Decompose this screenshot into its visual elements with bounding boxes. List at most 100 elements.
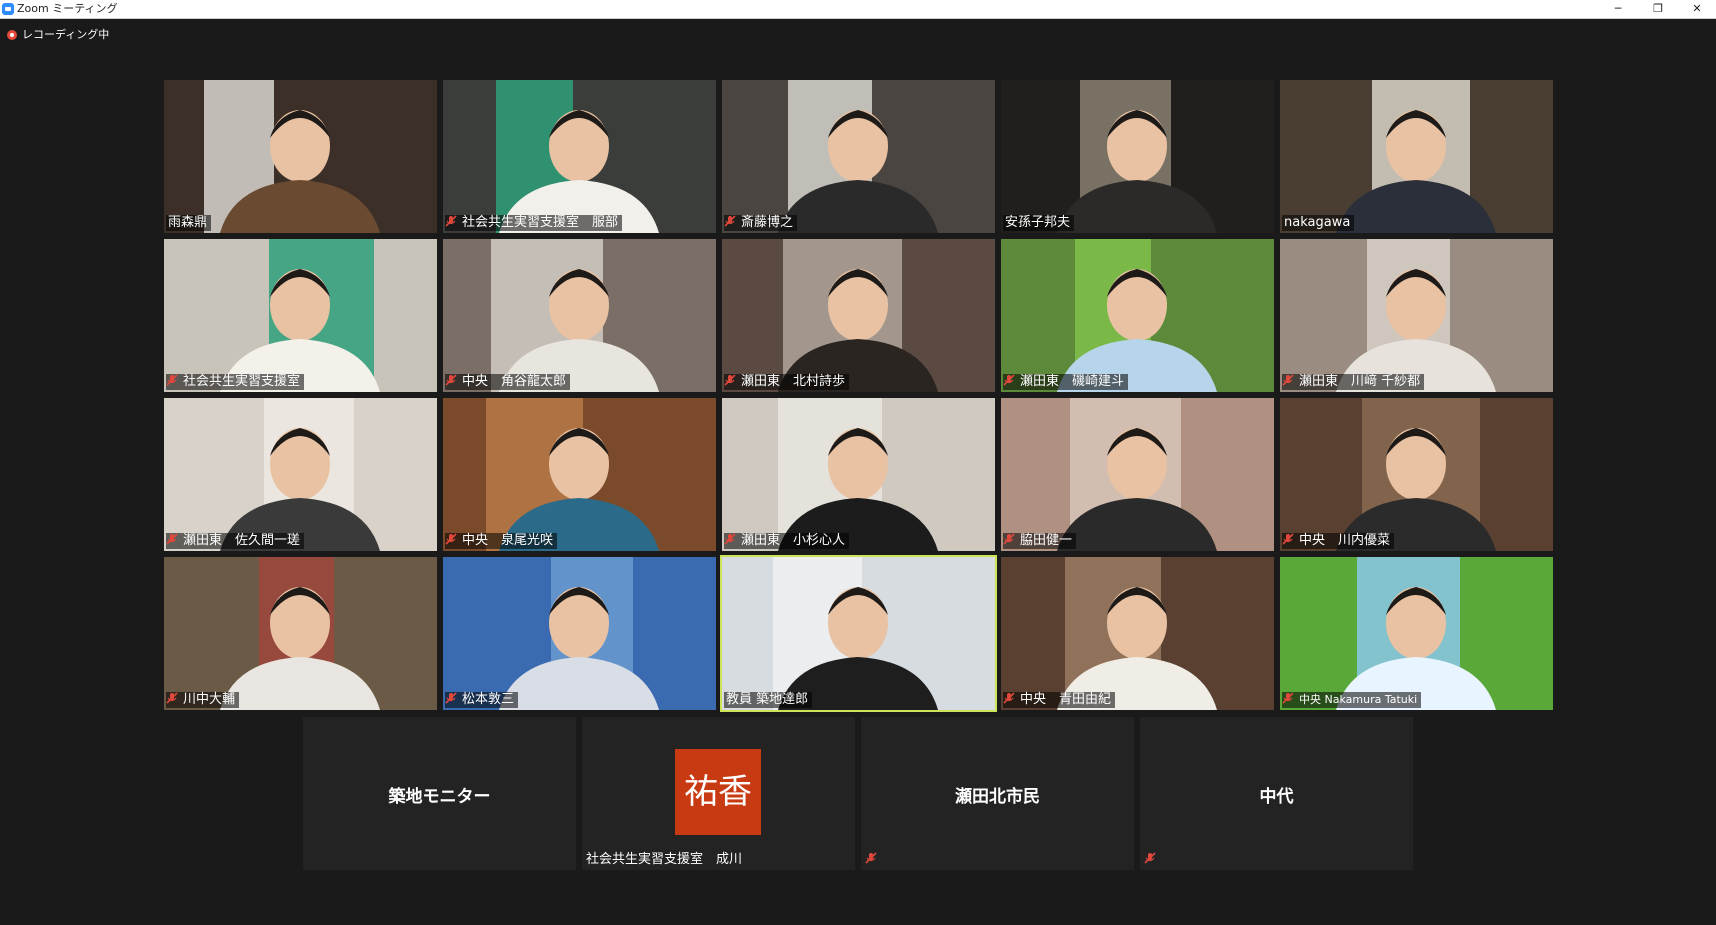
participant-video-tile[interactable]: 安孫子邦夫 — [1001, 80, 1274, 233]
participant-video-tile[interactable]: 教員 築地達郎 — [720, 555, 997, 712]
participant-video-tile[interactable]: 中央 角谷龍太郎 — [443, 239, 716, 392]
participant-name: 安孫子邦夫 — [1005, 215, 1071, 230]
video-feed — [1001, 398, 1274, 551]
participant-name: 川中大輔 — [183, 692, 236, 707]
participant-video-tile[interactable]: 瀬田東 川﨑 千紗都 — [1280, 239, 1553, 392]
muted-mic-icon — [445, 533, 459, 545]
participant-name-tag: 中央 青田由紀 — [1003, 692, 1116, 708]
participant-video-tile[interactable]: 松本敦三 — [443, 557, 716, 710]
participant-name-tag: 川中大輔 — [166, 692, 240, 708]
video-off-tile[interactable]: 祐香 社会共生実習支援室 成川 — [582, 717, 855, 870]
video-feed — [1001, 239, 1274, 392]
participant-video-tile[interactable]: 瀬田東 佐久間一瑳 — [164, 398, 437, 551]
video-feed — [164, 398, 437, 551]
participant-name-tag: 瀬田東 川﨑 千紗都 — [1282, 374, 1425, 390]
minimize-button[interactable]: ─ — [1598, 0, 1638, 18]
muted-mic-icon — [724, 533, 738, 545]
video-off-tile[interactable]: 瀬田北市民 — [861, 717, 1134, 870]
participant-name: 中央 川内優菜 — [1299, 533, 1391, 548]
participant-name: 社会共生実習支援室 成川 — [586, 852, 743, 867]
video-feed — [164, 80, 437, 233]
muted-mic-icon — [1282, 533, 1296, 545]
participant-name: 雨森鼎 — [168, 215, 208, 230]
participant-name: 瀬田東 佐久間一瑳 — [183, 533, 301, 548]
video-feed — [164, 557, 437, 710]
participant-display-name: 中代 — [1259, 787, 1294, 807]
video-feed — [722, 557, 995, 710]
close-button[interactable]: ✕ — [1677, 0, 1716, 18]
participant-video-tile[interactable]: 社会共生実習支援室 — [164, 239, 437, 392]
participant-name-tag — [865, 852, 880, 868]
muted-mic-icon — [1003, 533, 1017, 545]
video-feed — [722, 80, 995, 233]
participant-name: 中央 泉尾光咲 — [462, 533, 554, 548]
video-feed — [1280, 239, 1553, 392]
participant-name: 松本敦三 — [462, 692, 515, 707]
participant-name-tag: 瀬田東 小杉心人 — [724, 533, 850, 549]
muted-mic-icon — [1003, 374, 1017, 386]
muted-mic-icon — [166, 533, 180, 545]
participant-name-tag: 中央 泉尾光咲 — [445, 533, 558, 549]
participant-video-tile[interactable]: 社会共生実習支援室 服部 — [443, 80, 716, 233]
participant-name: 瀬田東 小杉心人 — [741, 533, 846, 548]
video-off-tile[interactable]: 中代 — [1140, 717, 1413, 870]
participant-name: 斎藤博之 — [741, 215, 794, 230]
window-titlebar: Zoom ミーティング ─ ❐ ✕ — [0, 0, 1716, 19]
muted-mic-icon — [166, 692, 180, 704]
participant-video-tile[interactable]: nakagawa — [1280, 80, 1553, 233]
participant-name: 瀬田東 磯崎建斗 — [1020, 374, 1125, 389]
participant-video-tile[interactable]: 瀬田東 小杉心人 — [722, 398, 995, 551]
participant-name-tag: nakagawa — [1282, 215, 1355, 231]
participant-name-tag — [1144, 852, 1159, 868]
video-feed — [443, 239, 716, 392]
record-icon — [7, 30, 17, 40]
recording-label: レコーディング中 — [22, 28, 110, 41]
muted-mic-icon — [445, 215, 459, 227]
participant-name-tag: 中央 Nakamura Tatuki — [1282, 692, 1422, 708]
participant-display-name: 築地モニター — [388, 787, 491, 807]
participant-name-tag: 中央 角谷龍太郎 — [445, 374, 571, 390]
participant-video-tile[interactable]: 瀬田東 磯崎建斗 — [1001, 239, 1274, 392]
muted-mic-icon — [445, 374, 459, 386]
participant-name: 教員 築地達郎 — [726, 692, 809, 707]
participant-video-tile[interactable]: 脇田健一 — [1001, 398, 1274, 551]
participant-name-tag: 教員 築地達郎 — [724, 692, 813, 708]
muted-mic-icon — [1282, 374, 1296, 386]
video-feed — [1280, 398, 1553, 551]
video-feed — [722, 239, 995, 392]
participant-name: 中央 角谷龍太郎 — [462, 374, 567, 389]
window-title: Zoom ミーティング — [17, 2, 118, 15]
participant-display-name: 瀬田北市民 — [955, 787, 1040, 807]
participant-name: 脇田健一 — [1020, 533, 1073, 548]
participant-name-tag: 社会共生実習支援室 服部 — [445, 215, 623, 231]
participant-name-tag: 瀬田東 北村詩歩 — [724, 374, 850, 390]
participant-name-tag: 脇田健一 — [1003, 533, 1077, 549]
participant-name-tag: 社会共生実習支援室 成川 — [586, 852, 742, 868]
video-feed — [1280, 80, 1553, 233]
muted-mic-icon — [1282, 692, 1296, 704]
participant-video-tile[interactable]: 中央 Nakamura Tatuki — [1280, 557, 1553, 710]
participant-video-tile[interactable]: 川中大輔 — [164, 557, 437, 710]
participant-name-tag: 雨森鼎 — [166, 215, 212, 231]
participant-video-tile[interactable]: 中央 青田由紀 — [1001, 557, 1274, 710]
video-feed — [443, 398, 716, 551]
muted-mic-icon — [445, 692, 459, 704]
restore-button[interactable]: ❐ — [1638, 0, 1678, 18]
participant-video-tile[interactable]: 瀬田東 北村詩歩 — [722, 239, 995, 392]
participant-name: 中央 Nakamura Tatuki — [1299, 693, 1418, 706]
participant-name-tag: 斎藤博之 — [724, 215, 798, 231]
muted-mic-icon — [1003, 692, 1017, 704]
participant-name: 社会共生実習支援室 — [183, 374, 301, 389]
participant-video-tile[interactable]: 雨森鼎 — [164, 80, 437, 233]
participant-name: 瀬田東 川﨑 千紗都 — [1299, 374, 1421, 389]
participant-video-tile[interactable]: 中央 川内優菜 — [1280, 398, 1553, 551]
muted-mic-icon — [865, 852, 877, 864]
video-off-tile[interactable]: 築地モニター — [303, 717, 576, 870]
video-feed — [164, 239, 437, 392]
participant-video-tile[interactable]: 斎藤博之 — [722, 80, 995, 233]
participant-name-tag: 中央 川内優菜 — [1282, 533, 1395, 549]
video-feed — [722, 398, 995, 551]
participant-video-tile[interactable]: 中央 泉尾光咲 — [443, 398, 716, 551]
video-feed — [1001, 80, 1274, 233]
participant-name: nakagawa — [1284, 215, 1351, 230]
